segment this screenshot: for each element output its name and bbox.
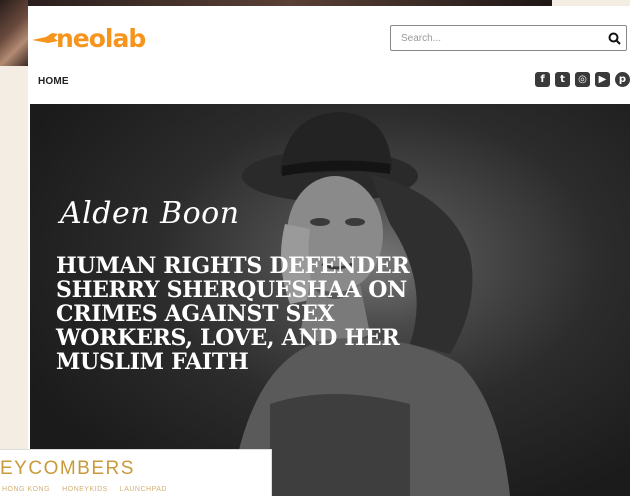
banner-links: HONG KONG HONEYKIDS LAUNCHPAD [2, 486, 167, 493]
partner-banner[interactable]: EYCOMBERS HONG KONG HONEYKIDS LAUNCHPAD [0, 449, 272, 496]
pinterest-icon[interactable]: p [615, 72, 630, 87]
facebook-icon[interactable]: f [535, 72, 550, 87]
background-photo [0, 0, 28, 66]
instagram-icon[interactable]: ◎ [575, 72, 590, 87]
search-icon[interactable] [602, 26, 626, 50]
nav-home-link[interactable]: HOME [38, 76, 69, 87]
logo-text: neolab [56, 24, 146, 53]
banner-link-honeykids[interactable]: HONEYKIDS [62, 486, 108, 493]
bird-icon [32, 33, 58, 43]
social-links: f t ◎ ▶ p [535, 72, 630, 87]
search-input[interactable] [391, 27, 602, 49]
banner-link-launchpad[interactable]: LAUNCHPAD [120, 486, 167, 493]
banner-brand: EYCOMBERS [0, 458, 135, 479]
twitter-icon[interactable]: t [555, 72, 570, 87]
hero-feature[interactable]: Alden Boon HUMAN RIGHTS DEFENDER SHERRY … [30, 104, 630, 496]
hero-headline[interactable]: HUMAN RIGHTS DEFENDER SHERRY SHERQUESHAA… [56, 254, 416, 374]
banner-link-hong-kong[interactable]: HONG KONG [2, 486, 50, 493]
background-left-panel [0, 0, 28, 496]
search-box [390, 25, 627, 51]
youtube-icon[interactable]: ▶ [595, 72, 610, 87]
site-logo[interactable]: neolab [32, 24, 146, 53]
author-name: Alden Boon [60, 196, 240, 231]
page-container: neolab HOME f t ◎ ▶ p [28, 6, 630, 496]
